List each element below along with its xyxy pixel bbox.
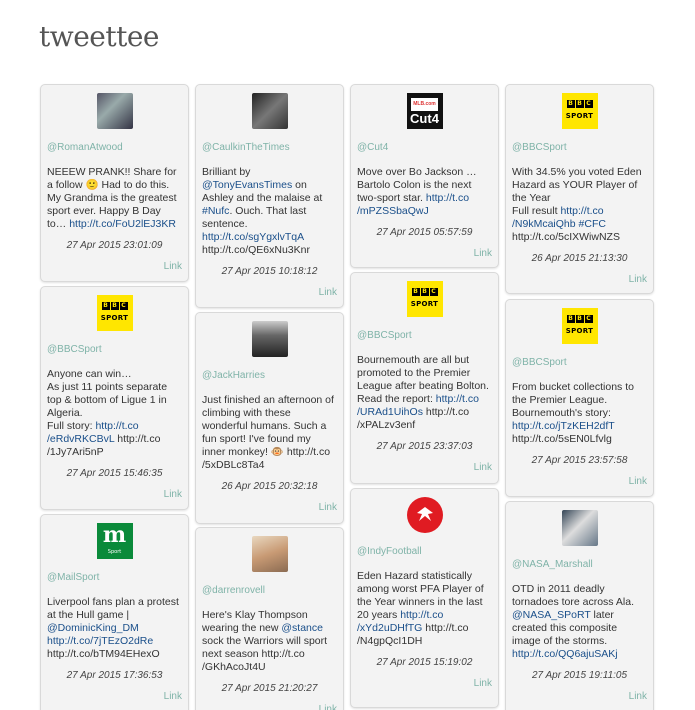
tweet-handle[interactable]: @MailSport	[47, 571, 182, 584]
avatar[interactable]	[561, 510, 598, 546]
tweet-permalink[interactable]: Link	[357, 677, 492, 690]
tweet-text: With 34.5% you voted Eden Hazard as YOUR…	[512, 166, 647, 244]
tweet-text: Anyone can win… As just 11 points separat…	[47, 368, 182, 459]
tweet-card: MLB.com Cut4 @Cut4 Move over Bo Jackson … B…	[350, 84, 499, 268]
tweet-text: Eden Hazard statistically among worst PF…	[357, 570, 492, 648]
tweet-card: m Sport @MailSport Liverpool fans plan a pr…	[40, 514, 189, 710]
tweet-inline-link[interactable]: @DominicKing_DM	[47, 622, 139, 634]
tweet-permalink[interactable]: Link	[512, 690, 647, 703]
tweet-card: @JackHarries Just finished an afternoon o…	[195, 312, 344, 524]
tweet-handle[interactable]: @CaulkinTheTimes	[202, 141, 337, 154]
tweet-date: 27 Apr 2015 23:01:09	[66, 240, 163, 251]
bbc-sport-logo[interactable]: B B C SPORT	[406, 281, 443, 317]
tweet-date: 27 Apr 2015 05:57:59	[376, 227, 473, 238]
tweet-date: 26 Apr 2015 20:32:18	[221, 481, 318, 492]
tweet-handle[interactable]: @darrenrovell	[202, 584, 337, 597]
tweet-handle[interactable]: @JackHarries	[202, 369, 337, 382]
tweet-permalink[interactable]: Link	[202, 286, 337, 299]
tweet-card: B B C SPORT @BBCSport Anyone can win… As just …	[40, 286, 189, 510]
cut4-logo[interactable]: MLB.com Cut4	[406, 93, 443, 129]
tweet-inline-link[interactable]: #Nufc	[202, 205, 229, 217]
tweet-text: Here's Klay Thompson wearing the new @st…	[202, 609, 337, 674]
tweet-handle[interactable]: @Cut4	[357, 141, 492, 154]
bbc-sport-logo[interactable]: B B C SPORT	[96, 295, 133, 331]
tweet-handle[interactable]: @BBCSport	[512, 356, 647, 369]
tweet-text: Liverpool fans plan a protest at the Hul…	[47, 596, 182, 661]
tweet-text-segment: sock the Warriors will sport next season…	[202, 635, 328, 673]
tweet-date: 27 Apr 2015 17:36:53	[66, 670, 163, 681]
tweet-text-segment: OTD in 2011 deadly tornadoes tore across…	[512, 583, 634, 608]
tweet-text: Move over Bo Jackson … Bartolo Colon is …	[357, 166, 492, 218]
tweet-text: Bournemouth are all but promoted to the …	[357, 354, 492, 432]
tweet-inline-link[interactable]: #CFC	[579, 218, 606, 230]
tweet-text-segment: Liverpool fans plan a protest at the Hul…	[47, 596, 179, 621]
tweet-date: 27 Apr 2015 15:19:02	[376, 657, 473, 668]
avatar[interactable]	[251, 93, 288, 129]
tweet-text: Brilliant by @TonyEvansTimes on Ashley a…	[202, 166, 337, 257]
tweet-handle[interactable]: @BBCSport	[512, 141, 647, 154]
tweet-date: 26 Apr 2015 21:13:30	[531, 253, 628, 264]
tweet-text-segment: http://t.co/QE6xNu3Knr	[202, 244, 310, 256]
tweet-text: NEEEW PRANK!! Share for a follow 🙂 Had t…	[47, 166, 182, 231]
tweet-inline-link[interactable]: @NASA_SPoRT	[512, 609, 591, 621]
tweet-handle[interactable]: @BBCSport	[357, 329, 492, 342]
tweet-inline-link[interactable]: http://t.co/sgYgxlvTqA	[202, 231, 304, 243]
tweet-card: @darrenrovell Here's Klay Thompson wearin…	[195, 527, 344, 710]
app-logo[interactable]: tweettee	[39, 20, 160, 53]
tweet-inline-link[interactable]: http://t.co/QQ6ajuSAKj	[512, 648, 618, 660]
tweet-permalink[interactable]: Link	[512, 475, 647, 488]
tweet-permalink[interactable]: Link	[47, 260, 182, 273]
tweet-date: 27 Apr 2015 21:20:27	[221, 683, 318, 694]
tweet-text-segment: http://t.co/5cIXWiwNZS	[512, 231, 620, 243]
tweet-text: From bucket collections to the Premier L…	[512, 381, 647, 446]
tweet-inline-link[interactable]: http://t.co/FoU2lEJ3KR	[69, 218, 176, 230]
tweet-inline-link[interactable]: @TonyEvansTimes	[202, 179, 292, 191]
tweet-date: 27 Apr 2015 19:11:05	[531, 670, 628, 681]
indy-football-logo[interactable]	[406, 497, 443, 533]
tweet-inline-link[interactable]: @stance	[281, 622, 323, 634]
tweet-handle[interactable]: @IndyFootball	[357, 545, 492, 558]
tweet-permalink[interactable]: Link	[357, 247, 492, 260]
tweet-text: Just finished an afternoon of climbing w…	[202, 394, 337, 472]
tweet-card: @RomanAtwood NEEEW PRANK!! Share for a fo…	[40, 84, 189, 282]
tweet-date: 27 Apr 2015 23:57:58	[531, 455, 628, 466]
mail-sport-logo[interactable]: m Sport	[96, 523, 133, 559]
tweet-inline-link[interactable]: http://t.co/jTzKEH2dfT	[512, 420, 615, 432]
avatar[interactable]	[251, 321, 288, 357]
avatar[interactable]	[251, 536, 288, 572]
tweet-permalink[interactable]: Link	[202, 501, 337, 514]
tweet-text-segment: From bucket collections to the Premier L…	[512, 381, 634, 419]
tweet-date: 27 Apr 2015 15:46:35	[66, 468, 163, 479]
tweet-card: B B C SPORT @BBCSport From bucket collections…	[505, 299, 654, 497]
tweet-text-segment: http://t.co/5sEN0Lfvlg	[512, 433, 612, 445]
tweet-text-segment: Brilliant by	[202, 166, 251, 178]
avatar[interactable]	[96, 93, 133, 129]
tweet-text-segment: http://t.co/bTM94EHexO	[47, 648, 160, 660]
tweet-handle[interactable]: @BBCSport	[47, 343, 182, 356]
tweet-text: OTD in 2011 deadly tornadoes tore across…	[512, 583, 647, 661]
bbc-sport-logo[interactable]: B B C SPORT	[561, 93, 598, 129]
tweet-permalink[interactable]: Link	[47, 488, 182, 501]
tweet-permalink[interactable]: Link	[202, 703, 337, 710]
tweet-permalink[interactable]: Link	[357, 461, 492, 474]
tweet-inline-link[interactable]: http://t.co/7jTEzO2dRe	[47, 635, 153, 647]
tweet-card: @CaulkinTheTimes Brilliant by @TonyEvansT…	[195, 84, 344, 308]
tweet-handle[interactable]: @RomanAtwood	[47, 141, 182, 154]
tweet-handle[interactable]: @NASA_Marshall	[512, 558, 647, 571]
tweet-card: B B C SPORT @BBCSport With 34.5% you voted Ed…	[505, 84, 654, 294]
tweet-card: @NASA_Marshall OTD in 2011 deadly tornado…	[505, 501, 654, 710]
tweet-card: B B C SPORT @BBCSport Bournemouth are all but…	[350, 272, 499, 484]
tweet-permalink[interactable]: Link	[47, 690, 182, 703]
tweet-text-segment: Just finished an afternoon of climbing w…	[202, 394, 334, 471]
tweet-permalink[interactable]: Link	[512, 273, 647, 286]
tweet-card: @IndyFootball Eden Hazard statistically a…	[350, 488, 499, 708]
tweet-date: 27 Apr 2015 10:18:12	[221, 266, 318, 277]
bbc-sport-logo[interactable]: B B C SPORT	[561, 308, 598, 344]
tweet-date: 27 Apr 2015 23:37:03	[376, 441, 473, 452]
